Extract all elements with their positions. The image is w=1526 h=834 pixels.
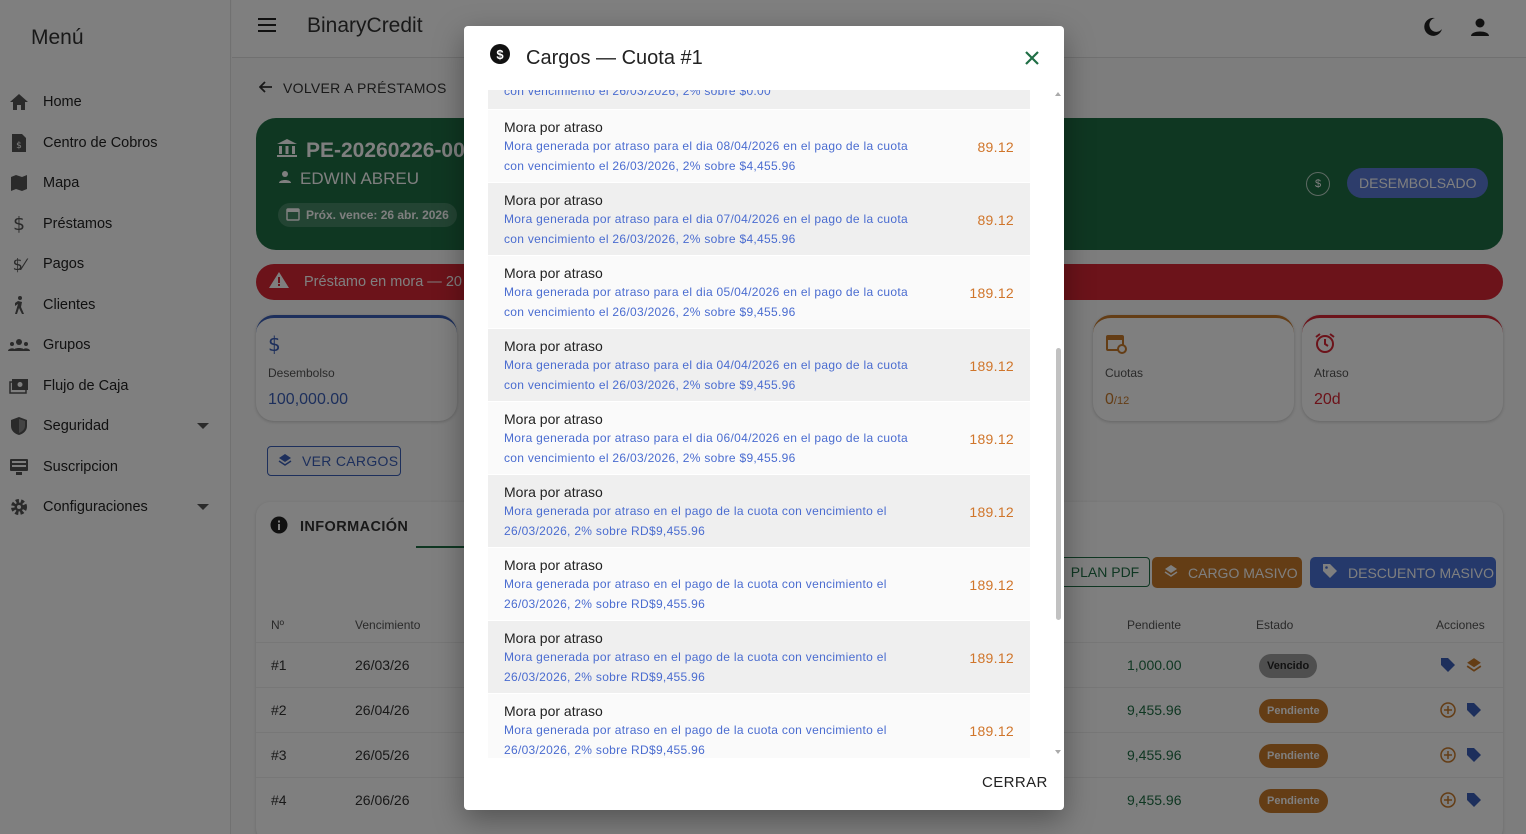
list-item: Mora por atraso Mora generada por atraso… [488,183,1030,256]
charge-description: Mora generada por atraso para el dia 07/… [504,212,908,246]
list-item: Mora por atraso Mora generada por atraso… [488,475,1030,548]
scroll-down-arrow[interactable] [1055,750,1061,754]
list-item: Mora por atraso Mora generada por atraso… [488,256,1030,329]
charge-description: Mora generada por atraso para el dia 06/… [504,431,908,465]
charge-amount: 89.12 [977,212,1014,228]
charge-description: Mora generada por atraso para el dia 08/… [504,139,908,173]
charge-amount: 189.12 [969,650,1014,666]
charge-title: Mora por atraso [504,484,603,500]
charge-title: Mora por atraso [504,192,603,208]
charge-amount: 189.12 [969,431,1014,447]
charge-description: Mora generada por atraso en el pago de l… [504,504,887,538]
charge-title: Mora por atraso [504,630,603,646]
charge-description: con vencimiento el 26/03/2026, 2% sobre … [504,90,772,98]
charge-title: Mora por atraso [504,703,603,719]
charge-amount: 89.12 [977,139,1014,155]
charge-amount: 189.12 [969,577,1014,593]
charge-description: Mora generada por atraso para el dia 05/… [504,285,908,319]
list-item: Mora por atraso Mora generada por atraso… [488,694,1030,758]
charge-title: Mora por atraso [504,411,603,427]
charge-description: Mora generada por atraso en el pago de l… [504,650,887,684]
charge-description: Mora generada por atraso en el pago de l… [504,723,887,757]
dialog-title: Cargos — Cuota #1 [526,47,703,69]
charge-amount: 189.12 [969,358,1014,374]
close-icon[interactable] [1022,48,1042,68]
list-item: Mora por atraso Mora generada por atraso… [488,621,1030,694]
charges-list[interactable]: con vencimiento el 26/03/2026, 2% sobre … [488,90,1030,758]
charge-amount: 189.12 [969,285,1014,301]
cerrar-button[interactable]: CERRAR [982,774,1048,791]
charge-title: Mora por atraso [504,557,603,573]
scroll-up-arrow[interactable] [1055,92,1061,96]
charge-amount: 189.12 [969,504,1014,520]
list-item: Mora por atraso Mora generada por atraso… [488,110,1030,183]
charge-description: Mora generada por atraso para el dia 04/… [504,358,908,392]
list-item: con vencimiento el 26/03/2026, 2% sobre … [488,90,1030,110]
list-item: Mora por atraso Mora generada por atraso… [488,548,1030,621]
list-item: Mora por atraso Mora generada por atraso… [488,402,1030,475]
charges-dialog: $ Cargos — Cuota #1 con vencimiento el 2… [464,26,1064,810]
charge-title: Mora por atraso [504,338,603,354]
charge-description: Mora generada por atraso en el pago de l… [504,577,887,611]
charge-title: Mora por atraso [504,119,603,135]
list-item: Mora por atraso Mora generada por atraso… [488,329,1030,402]
charge-title: Mora por atraso [504,265,603,281]
charge-amount: 189.12 [969,723,1014,739]
scrollbar-thumb[interactable] [1056,348,1061,620]
dollar-circle-icon: $ [490,44,510,64]
